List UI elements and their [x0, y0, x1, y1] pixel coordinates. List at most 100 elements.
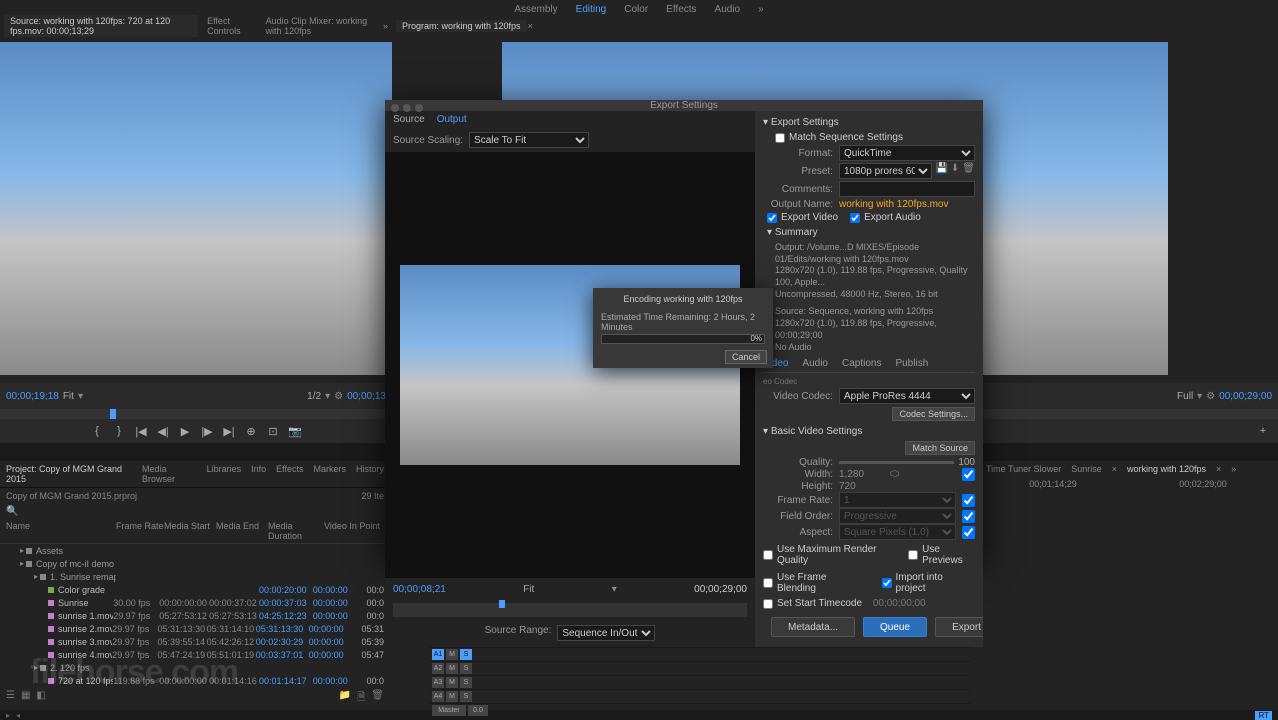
solo-button[interactable]: S [460, 691, 472, 702]
track-a3[interactable]: A3 [432, 677, 444, 688]
save-preset-icon[interactable]: 💾 [935, 163, 947, 179]
col-videoinpoint[interactable]: Video In Point [324, 521, 380, 541]
chevron-down-icon[interactable]: ▾ [1197, 391, 1202, 402]
play-icon[interactable]: ▶ [178, 424, 192, 438]
add-marker-icon[interactable]: + [1256, 424, 1270, 438]
solo-button[interactable]: S [460, 649, 472, 660]
col-mediaduration[interactable]: Media Duration [268, 521, 324, 541]
mark-in-icon[interactable]: { [90, 424, 104, 438]
captions-tab[interactable]: Captions [842, 358, 881, 369]
match-sequence-checkbox[interactable] [775, 133, 785, 143]
source-range-select[interactable]: Sequence In/Out [557, 625, 655, 641]
tool-icon[interactable]: ◂ [16, 711, 20, 720]
track-a2[interactable]: A2 [432, 663, 444, 674]
export-fit[interactable]: Fit [523, 584, 534, 595]
zoom-icon[interactable] [415, 104, 423, 112]
chevron-down-icon[interactable]: ▾ [325, 391, 330, 402]
info-tab[interactable]: Info [251, 464, 266, 484]
source-tab[interactable]: Source: working with 120fps: 720 at 120 … [4, 15, 198, 37]
export-frame-icon[interactable]: 📷 [288, 424, 302, 438]
frame-blend-checkbox[interactable] [763, 578, 773, 588]
dialog-titlebar[interactable]: Export Settings [385, 100, 983, 111]
video-codec-select[interactable]: Apple ProRes 4444 [839, 388, 975, 404]
project-row[interactable]: sunrise 2.mov29.97 fps05:31:13:3005:31:1… [0, 622, 390, 635]
tab-color[interactable]: Color [624, 4, 648, 15]
output-preview-tab[interactable]: Output [437, 114, 467, 125]
source-scrubber[interactable] [0, 409, 392, 419]
source-resolution[interactable]: 1/2 [307, 391, 321, 402]
framerate-match-checkbox[interactable] [962, 494, 975, 507]
seq-tab-active[interactable]: working with 120fps [1127, 464, 1206, 474]
project-row[interactable]: ▸1. Sunrise remapping [0, 570, 390, 583]
chevron-down-icon[interactable]: ▾ [78, 391, 83, 402]
fieldorder-select[interactable]: Progressive [839, 508, 956, 524]
source-preview-tab[interactable]: Source [393, 114, 425, 125]
codec-settings-button[interactable]: Codec Settings... [892, 407, 975, 421]
aspect-match-checkbox[interactable] [962, 526, 975, 539]
framerate-select[interactable]: 1 [839, 492, 956, 508]
track-a1[interactable]: A1 [432, 649, 444, 660]
project-row[interactable]: ▸Assets [0, 544, 390, 557]
import-project-checkbox[interactable] [882, 578, 892, 588]
panel-menu-icon[interactable]: » [383, 21, 388, 31]
markers-tab[interactable]: Markers [313, 464, 346, 484]
height-value[interactable]: 720 [839, 481, 856, 492]
new-bin-icon[interactable]: 📁 [339, 690, 351, 707]
seq-tab-tts[interactable]: Time Tuner Slower [986, 464, 1061, 474]
source-scaling-select[interactable]: Scale To Fit [469, 132, 589, 148]
audio-mixer-tab[interactable]: Audio Clip Mixer: working with 120fps [260, 15, 382, 37]
match-source-button[interactable]: Match Source [905, 441, 975, 455]
delete-preset-icon[interactable]: 🗑 [962, 163, 975, 179]
project-row[interactable]: Sunrise30.00 fps00:00:00:0000:00:37:0200… [0, 596, 390, 609]
freeform-icon[interactable]: ◧ [36, 690, 45, 707]
history-tab[interactable]: History [356, 464, 384, 484]
mute-button[interactable]: M [446, 691, 458, 702]
libraries-tab[interactable]: Libraries [207, 464, 242, 484]
program-fit[interactable]: Full [1177, 391, 1193, 402]
project-row[interactable]: ▸Copy of mc-iI demo [0, 557, 390, 570]
go-in-icon[interactable]: |◀ [134, 424, 148, 438]
aspect-select[interactable]: Square Pixels (1.0) [839, 524, 956, 540]
project-row[interactable]: ▸2. 120 fps [0, 661, 390, 674]
link-icon[interactable]: ⬭ [890, 468, 899, 481]
close-icon[interactable] [391, 104, 399, 112]
use-previews-checkbox[interactable] [908, 550, 918, 560]
solo-button[interactable]: S [460, 663, 472, 674]
start-tc-checkbox[interactable] [763, 599, 773, 609]
effect-controls-tab[interactable]: Effect Controls [201, 15, 256, 37]
settings-icon[interactable]: ⚙ [334, 391, 343, 402]
publish-tab[interactable]: Publish [895, 358, 928, 369]
project-row[interactable]: sunrise 4.mov29.97 fps05:47:24:1905:51:0… [0, 648, 390, 661]
audio-tab[interactable]: Audio [802, 358, 828, 369]
step-back-icon[interactable]: ◀| [156, 424, 170, 438]
project-row[interactable]: 720 at 120 fps.mov119.88 fps00:00:00:000… [0, 674, 390, 687]
overflow-icon[interactable]: » [758, 4, 764, 15]
col-name[interactable]: Name [6, 521, 116, 541]
col-mediastart[interactable]: Media Start [164, 521, 216, 541]
mark-out-icon[interactable]: } [112, 424, 126, 438]
encoding-cancel-button[interactable]: Cancel [725, 350, 767, 364]
insert-icon[interactable]: ⊕ [244, 424, 258, 438]
queue-button[interactable]: Queue [863, 617, 927, 637]
project-row[interactable]: sunrise 3.mov29.97 fps05:39:55:1405:42:2… [0, 635, 390, 648]
mute-button[interactable]: M [446, 663, 458, 674]
comments-input[interactable] [839, 181, 975, 197]
program-tab[interactable]: Program: working with 120fps [396, 20, 527, 32]
tool-icon[interactable]: ▸ [6, 711, 10, 720]
tab-effects[interactable]: Effects [666, 4, 696, 15]
media-browser-tab[interactable]: Media Browser [142, 464, 197, 484]
source-fit[interactable]: Fit [63, 391, 74, 402]
export-video-checkbox[interactable] [767, 213, 777, 223]
overflow-icon[interactable]: » [1231, 464, 1236, 474]
icon-view-icon[interactable]: ▦ [21, 690, 30, 707]
project-row[interactable]: sunrise 1.mov29.97 fps05:27:53:1205:27:5… [0, 609, 390, 622]
tab-editing[interactable]: Editing [576, 4, 607, 15]
col-framerate[interactable]: Frame Rate [116, 521, 164, 541]
new-item-icon[interactable]: 🗎 [357, 690, 365, 707]
list-view-icon[interactable]: ☰ [6, 690, 15, 707]
export-range-slider[interactable] [393, 603, 747, 617]
track-a4[interactable]: A4 [432, 691, 444, 702]
import-preset-icon[interactable]: ⬇ [951, 163, 959, 179]
metadata-button[interactable]: Metadata... [771, 617, 855, 637]
mute-button[interactable]: M [446, 677, 458, 688]
